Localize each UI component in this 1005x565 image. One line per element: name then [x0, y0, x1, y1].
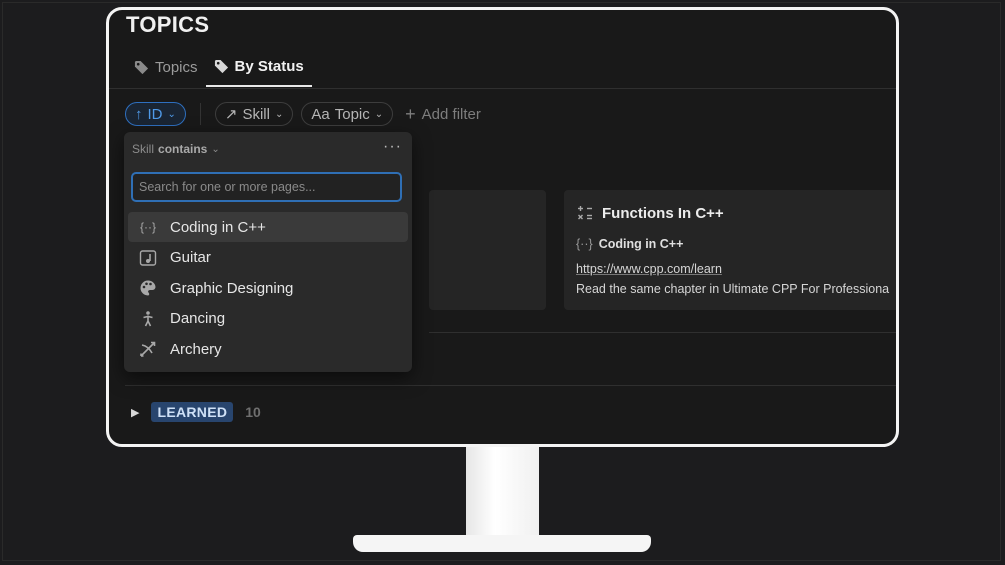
card-skill: Coding in C++	[598, 237, 684, 251]
group-count: 10	[245, 404, 261, 420]
filter-condition[interactable]: Skill contains ⌄	[132, 142, 220, 156]
sort-chip[interactable]: ↑ ID ⌄	[125, 102, 186, 126]
plus-icon: +	[405, 103, 416, 124]
app-window: TOPICS Topics By Status ↑ ID ⌄ ↗ Skill ⌄	[109, 10, 896, 444]
option-coding-in-cpp[interactable]: {··} Coding in C++	[128, 212, 408, 242]
divider	[109, 88, 896, 89]
calculator-icon	[578, 206, 592, 220]
option-label: Dancing	[170, 310, 226, 328]
card[interactable]: Functions In C++ {··} Coding in C++ http…	[564, 190, 896, 310]
tab-topics[interactable]: Topics	[126, 54, 206, 87]
monitor-stand-neck	[466, 447, 539, 539]
card-title: Functions In C++	[602, 204, 724, 222]
palette-icon	[140, 280, 156, 296]
filter-bar: ↑ ID ⌄ ↗ Skill ⌄ Aa Topic ⌄ + Add filter	[125, 102, 481, 126]
chevron-down-icon: ⌄	[167, 108, 176, 120]
tag-icon	[214, 59, 228, 74]
monitor-screen: TOPICS Topics By Status ↑ ID ⌄ ↗ Skill ⌄	[106, 7, 899, 447]
tab-label: Topics	[155, 59, 198, 76]
search-input[interactable]	[131, 172, 402, 202]
tab-by-status[interactable]: By Status	[205, 54, 312, 87]
arrow-up-icon: ↑	[135, 105, 143, 123]
person-dance-icon	[143, 310, 153, 327]
chevron-down-icon: ⌄	[374, 108, 384, 120]
option-label: Guitar	[170, 249, 211, 267]
status-badge[interactable]: LEARNED	[151, 402, 234, 422]
card[interactable]	[429, 190, 546, 310]
sort-label: ID	[147, 105, 163, 123]
code-braces-icon: {··}	[576, 237, 593, 251]
option-list: {··} Coding in C++ Guitar Graphic Design…	[128, 212, 408, 365]
expand-triangle-icon[interactable]: ▶	[131, 406, 139, 419]
option-guitar[interactable]: Guitar	[128, 243, 408, 273]
monitor-stand-base	[353, 535, 651, 552]
option-label: Graphic Designing	[170, 279, 294, 297]
view-tabs: Topics By Status	[126, 54, 312, 87]
option-graphic-designing[interactable]: Graphic Designing	[128, 273, 408, 303]
option-archery[interactable]: Archery	[128, 334, 408, 364]
topic-filter-chip[interactable]: Aa Topic ⌄	[301, 102, 394, 126]
filter-property: Skill	[132, 142, 155, 156]
add-filter-label: Add filter	[421, 105, 481, 123]
text-type-icon: Aa	[311, 105, 330, 123]
tab-label: By Status	[234, 58, 304, 75]
group-header-learned: ▶ LEARNED 10	[131, 402, 261, 422]
topic-filter-label: Topic	[334, 105, 370, 123]
skill-filter-chip[interactable]: ↗ Skill ⌄	[214, 102, 294, 126]
more-options-icon[interactable]: ···	[383, 138, 402, 156]
skill-filter-label: Skill	[242, 105, 270, 123]
add-filter-button[interactable]: + Add filter	[405, 104, 481, 125]
music-note-icon	[139, 249, 157, 266]
card-link[interactable]: https://www.cpp.com/learn	[576, 262, 722, 276]
skill-filter-dropdown: Skill contains ⌄ ··· {··} Coding in C++ …	[124, 132, 412, 372]
relation-arrow-icon: ↗	[224, 106, 238, 123]
divider	[199, 103, 201, 125]
divider	[429, 332, 896, 333]
page-title: TOPICS	[126, 12, 210, 37]
bow-arrow-icon	[140, 342, 156, 358]
option-label: Coding in C++	[170, 218, 266, 236]
option-label: Archery	[170, 340, 222, 358]
code-braces-icon: {··}	[139, 220, 156, 234]
card-note: Read the same chapter in Ultimate CPP Fo…	[576, 282, 890, 296]
filter-operator: contains	[158, 142, 208, 156]
chevron-down-icon: ⌄	[274, 108, 284, 120]
divider	[125, 385, 896, 386]
chevron-down-icon: ⌄	[211, 143, 220, 155]
option-dancing[interactable]: Dancing	[128, 304, 408, 334]
tag-icon	[134, 60, 149, 75]
